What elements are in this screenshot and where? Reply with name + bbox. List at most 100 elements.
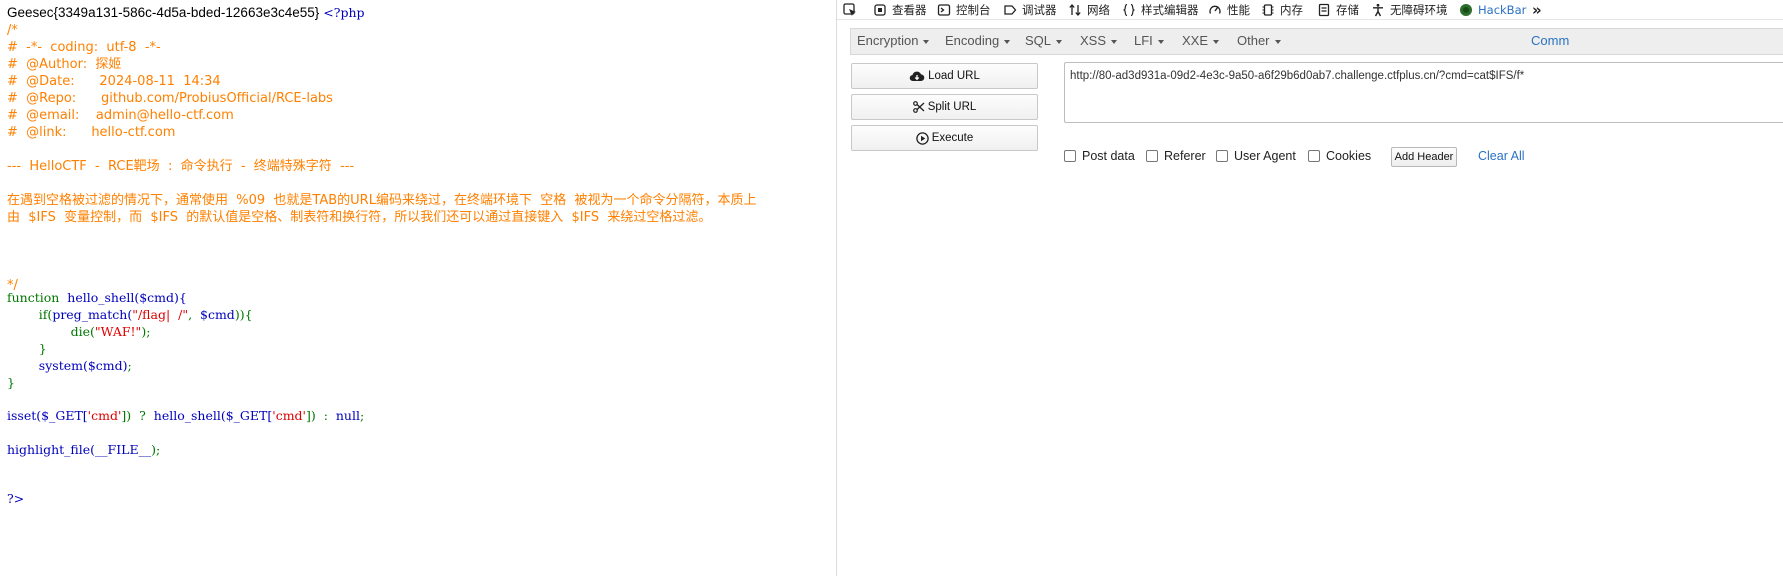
- comment-line: [7, 260, 757, 277]
- tab-console[interactable]: 控制台: [937, 1, 991, 18]
- tab-style-editor[interactable]: 样式编辑器: [1122, 1, 1199, 18]
- checkbox-box[interactable]: [1308, 150, 1320, 162]
- more-tools-button[interactable]: »: [1532, 1, 1542, 19]
- inspector-icon: [874, 3, 886, 16]
- menu-other[interactable]: Other: [1237, 33, 1281, 48]
- load-url-button[interactable]: Load URL: [851, 63, 1038, 89]
- tab-storage[interactable]: 存储: [1317, 1, 1359, 18]
- menu-encoding[interactable]: Encoding: [945, 33, 1011, 48]
- add-header-button[interactable]: Add Header: [1391, 147, 1457, 167]
- clear-all-link[interactable]: Clear All: [1478, 149, 1525, 163]
- die-close: );: [141, 324, 151, 339]
- tab-memory[interactable]: 内存: [1261, 1, 1303, 18]
- tab-performance[interactable]: 性能: [1208, 1, 1250, 18]
- user-agent-checkbox[interactable]: User Agent: [1216, 149, 1296, 163]
- tab-inspector[interactable]: 查看器: [873, 1, 927, 18]
- tab-label: 样式编辑器: [1141, 2, 1199, 17]
- menu-xss[interactable]: XSS: [1080, 33, 1118, 48]
- comment-line: # @link: hello-ctf.com: [7, 125, 176, 140]
- cmd-key: 'cmd': [87, 408, 122, 423]
- preg-match-call: preg_match(: [52, 307, 133, 322]
- flag-output: Geesec{3349a131-586c-4d5a-bded-12663e3c4…: [7, 5, 365, 20]
- chevron-down-icon: [1274, 39, 1281, 44]
- cookies-label: Cookies: [1326, 149, 1372, 163]
- menu-lfi[interactable]: LFI: [1134, 33, 1164, 48]
- comment-line: # @Author: 探姬: [7, 57, 122, 72]
- die-keyword: die(: [70, 324, 95, 339]
- url-textarea[interactable]: http://80-ad3d931a-09d2-4e3c-9a50-a6f29b…: [1064, 62, 1783, 123]
- checkbox-box[interactable]: [1064, 150, 1076, 162]
- null-literal: null: [335, 408, 360, 423]
- tab-debugger[interactable]: 调试器: [1003, 1, 1057, 18]
- get-array: $_GET[: [41, 408, 88, 423]
- cookies-checkbox[interactable]: Cookies: [1308, 149, 1371, 163]
- file-constant: __FILE__: [95, 442, 152, 457]
- comment-line: # -*- coding: utf-8 -*-: [7, 40, 161, 55]
- menu-label: XXE: [1182, 33, 1209, 48]
- semicolon: ;: [127, 358, 132, 373]
- checkbox-box[interactable]: [1216, 150, 1228, 162]
- checkbox-box[interactable]: [1146, 150, 1158, 162]
- menu-label: Encoding: [945, 33, 1000, 48]
- chevron-down-icon: [1004, 39, 1011, 44]
- tab-network[interactable]: 网络: [1068, 1, 1110, 18]
- split-url-label: Split URL: [927, 101, 977, 113]
- devtools-toolbar: 查看器 控制台 调试器 网络 样式编辑器 性能 内存 存储 无障碍环境 HackBar »: [837, 0, 1783, 20]
- close-bracket: ]): [306, 408, 316, 423]
- menu-label: XSS: [1080, 33, 1107, 48]
- tab-label: 性能: [1227, 2, 1250, 17]
- regex-string: "/flag| /": [132, 307, 189, 322]
- comma: ,: [188, 307, 200, 322]
- performance-icon: [1209, 5, 1221, 14]
- tab-label: 调试器: [1022, 2, 1057, 17]
- isset-call: isset(: [7, 408, 42, 423]
- comment-line: [7, 243, 757, 260]
- cmd-variable: $cmd: [200, 307, 235, 322]
- execute-button[interactable]: Execute: [851, 125, 1038, 151]
- chevron-down-icon: [1157, 39, 1164, 44]
- waf-string: "WAF!": [94, 324, 142, 339]
- split-url-button[interactable]: Split URL: [851, 94, 1038, 120]
- highlight-file-call: highlight_file(: [7, 442, 96, 457]
- execute-label: Execute: [931, 132, 974, 144]
- comment-line: /*: [7, 23, 18, 38]
- tab-label: 存储: [1336, 2, 1359, 17]
- tab-label: 控制台: [956, 2, 991, 17]
- network-icon: [1069, 3, 1081, 16]
- menu-label: LFI: [1134, 33, 1153, 48]
- flag-text: Geesec{3349a131-586c-4d5a-bded-12663e3c4…: [7, 5, 320, 20]
- menu-encryption[interactable]: Encryption: [857, 33, 930, 48]
- comment-line: # @Repo: github.com/ProbiusOfficial/RCE-…: [7, 91, 333, 106]
- close-bracket: ]): [121, 408, 132, 423]
- chevron-down-icon: [1056, 39, 1063, 44]
- highlight-close: );: [151, 442, 161, 457]
- get-array: $_GET[: [225, 408, 273, 423]
- page-source-view: Geesec{3349a131-586c-4d5a-bded-12663e3c4…: [0, 0, 836, 576]
- element-picker-button[interactable]: [843, 1, 857, 18]
- ternary-colon: :: [315, 408, 336, 423]
- tab-hackbar[interactable]: HackBar: [1459, 1, 1526, 18]
- element-picker-icon: [843, 2, 856, 16]
- php-open-tag: <?php: [323, 5, 365, 20]
- system-line: system($cmd);: [7, 357, 132, 374]
- chevron-down-icon: [923, 39, 930, 44]
- referer-label: Referer: [1164, 149, 1206, 163]
- chevron-down-icon: [1111, 39, 1118, 44]
- function-end-brace: }: [7, 375, 15, 390]
- comment-line: [7, 141, 757, 158]
- tab-label: 网络: [1087, 2, 1110, 17]
- comment-line: [7, 175, 757, 192]
- user-agent-label: User Agent: [1234, 149, 1296, 163]
- tab-accessibility[interactable]: 无障碍环境: [1371, 1, 1448, 18]
- menu-sql[interactable]: SQL: [1025, 33, 1063, 48]
- menu-commands-link[interactable]: Comm: [1531, 33, 1569, 48]
- chevron-down-icon: [1213, 39, 1220, 44]
- ternary-op: ?: [131, 408, 154, 423]
- menu-label: Encryption: [857, 33, 919, 48]
- function-def-line: function hello_shell($cmd){: [7, 289, 187, 306]
- tab-label: HackBar: [1478, 2, 1527, 17]
- post-data-checkbox[interactable]: Post data: [1064, 149, 1135, 163]
- menu-xxe[interactable]: XXE: [1182, 33, 1220, 48]
- referer-checkbox[interactable]: Referer: [1146, 149, 1206, 163]
